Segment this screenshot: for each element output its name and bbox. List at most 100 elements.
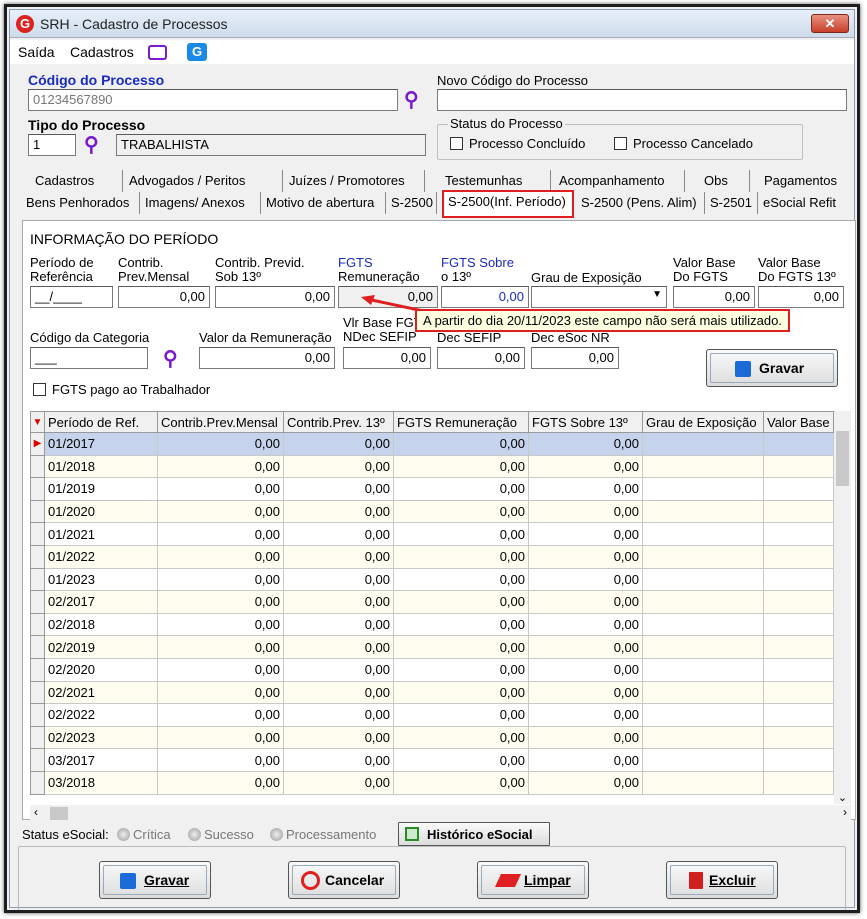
categoria-field[interactable]: ___ bbox=[30, 347, 148, 369]
tab-advogados[interactable]: Advogados / Peritos bbox=[125, 170, 283, 192]
table-cell[interactable]: 0,00 bbox=[393, 680, 529, 705]
table-cell[interactable]: 02/2018 bbox=[44, 612, 158, 637]
tab-s2501[interactable]: S-2501 bbox=[706, 192, 758, 214]
table-cell[interactable]: 0,00 bbox=[393, 499, 529, 524]
novo-codigo-field[interactable] bbox=[437, 89, 847, 111]
concluido-checkbox[interactable]: Processo Concluído bbox=[450, 136, 585, 151]
row-indicator[interactable] bbox=[30, 590, 45, 614]
table-cell[interactable] bbox=[642, 590, 764, 614]
table-cell[interactable]: 0,00 bbox=[528, 544, 643, 569]
table-cell[interactable]: 0,00 bbox=[528, 680, 643, 705]
table-cell[interactable] bbox=[642, 432, 764, 456]
col-contrib[interactable]: Contrib.Prev.Mensal bbox=[157, 411, 284, 433]
table-cell[interactable]: 0,00 bbox=[283, 680, 394, 705]
table-cell[interactable]: 0,00 bbox=[157, 544, 284, 569]
table-cell[interactable]: 0,00 bbox=[157, 522, 284, 546]
tab-testemunhas[interactable]: Testemunhas bbox=[441, 170, 551, 192]
col-contrib13[interactable]: Contrib.Prev. 13º bbox=[283, 411, 394, 433]
table-cell[interactable]: 0,00 bbox=[283, 770, 394, 795]
table-cell[interactable]: 0,00 bbox=[283, 567, 394, 592]
tab-bens[interactable]: Bens Penhorados bbox=[22, 192, 140, 214]
table-cell[interactable]: 0,00 bbox=[157, 657, 284, 682]
save-button[interactable]: Gravar bbox=[99, 861, 211, 899]
cancelado-checkbox[interactable]: Processo Cancelado bbox=[614, 136, 753, 151]
chevron-down-icon[interactable]: ▼ bbox=[652, 289, 662, 300]
table-cell[interactable]: 01/2017 bbox=[44, 432, 158, 456]
row-indicator[interactable] bbox=[30, 748, 45, 772]
table-cell[interactable]: 01/2022 bbox=[44, 544, 158, 569]
table-cell[interactable]: 0,00 bbox=[283, 748, 394, 772]
table-cell[interactable]: 0,00 bbox=[528, 590, 643, 614]
table-cell[interactable]: 0,00 bbox=[393, 770, 529, 795]
table-cell[interactable]: 0,00 bbox=[393, 477, 529, 501]
table-cell[interactable]: 0,00 bbox=[528, 522, 643, 546]
table-cell[interactable]: 0,00 bbox=[528, 499, 643, 524]
table-cell[interactable]: 0,00 bbox=[393, 454, 529, 479]
table-cell[interactable]: 01/2018 bbox=[44, 454, 158, 479]
table-cell[interactable] bbox=[763, 680, 834, 705]
table-cell[interactable]: 0,00 bbox=[157, 725, 284, 750]
table-cell[interactable]: 0,00 bbox=[393, 544, 529, 569]
chevron-left-icon[interactable]: ‹ bbox=[34, 805, 38, 819]
tab-s2500[interactable]: S-2500 bbox=[387, 192, 437, 214]
table-cell[interactable] bbox=[763, 635, 834, 659]
table-cell[interactable]: 01/2019 bbox=[44, 477, 158, 501]
table-cell[interactable]: 0,00 bbox=[283, 657, 394, 682]
table-cell[interactable]: 0,00 bbox=[393, 657, 529, 682]
fgts-pago-checkbox[interactable]: FGTS pago ao Trabalhador bbox=[33, 382, 210, 397]
tab-juizes[interactable]: Juízes / Promotores bbox=[285, 170, 425, 192]
contrib13-field[interactable]: 0,00 bbox=[215, 286, 335, 308]
col-fgts13[interactable]: FGTS Sobre 13º bbox=[528, 411, 643, 433]
table-cell[interactable]: 0,00 bbox=[157, 770, 284, 795]
table-cell[interactable] bbox=[642, 657, 764, 682]
table-cell[interactable]: 0,00 bbox=[283, 544, 394, 569]
table-cell[interactable] bbox=[763, 544, 834, 569]
tab-esocial-refit[interactable]: eSocial Refit bbox=[759, 192, 851, 214]
menu-cadastros[interactable]: Cadastros bbox=[70, 44, 134, 60]
col-periodo[interactable]: Período de Ref. bbox=[44, 411, 158, 433]
table-cell[interactable] bbox=[763, 657, 834, 682]
table-cell[interactable]: 02/2023 bbox=[44, 725, 158, 750]
table-cell[interactable] bbox=[642, 477, 764, 501]
table-cell[interactable]: 0,00 bbox=[283, 432, 394, 456]
table-cell[interactable]: 02/2019 bbox=[44, 635, 158, 659]
table-cell[interactable] bbox=[763, 477, 834, 501]
table-cell[interactable] bbox=[642, 544, 764, 569]
historico-esocial-button[interactable]: Histórico eSocial bbox=[398, 822, 550, 846]
row-indicator[interactable] bbox=[30, 703, 45, 727]
table-cell[interactable]: 0,00 bbox=[393, 703, 529, 727]
row-indicator[interactable] bbox=[30, 567, 45, 592]
hscroll-thumb[interactable] bbox=[50, 807, 68, 820]
table-cell[interactable]: 02/2017 bbox=[44, 590, 158, 614]
table-cell[interactable] bbox=[642, 522, 764, 546]
sort-arrow-icon[interactable]: ▼ bbox=[30, 411, 45, 433]
table-cell[interactable] bbox=[763, 725, 834, 750]
chevron-right-icon[interactable]: › bbox=[843, 805, 847, 819]
table-cell[interactable]: 0,00 bbox=[283, 703, 394, 727]
table-cell[interactable] bbox=[642, 770, 764, 795]
table-cell[interactable]: 0,00 bbox=[157, 703, 284, 727]
table-cell[interactable] bbox=[642, 703, 764, 727]
table-cell[interactable] bbox=[763, 770, 834, 795]
horizontal-scrollbar[interactable]: ‹ › bbox=[30, 805, 851, 822]
tab-cadastros[interactable]: Cadastros bbox=[31, 170, 123, 192]
dec-esoc-field[interactable]: 0,00 bbox=[531, 347, 619, 369]
g-app-icon[interactable]: G bbox=[187, 43, 207, 61]
row-indicator[interactable] bbox=[30, 499, 45, 524]
table-row[interactable]: 01/2018 0,00 0,00 0,00 0,00 bbox=[30, 454, 834, 479]
table-cell[interactable] bbox=[642, 680, 764, 705]
table-cell[interactable] bbox=[642, 748, 764, 772]
tab-acompanhamento[interactable]: Acompanhamento bbox=[555, 170, 685, 192]
table-cell[interactable]: 0,00 bbox=[393, 432, 529, 456]
table-cell[interactable] bbox=[763, 567, 834, 592]
table-cell[interactable]: 0,00 bbox=[283, 454, 394, 479]
table-row[interactable]: 03/2018 0,00 0,00 0,00 0,00 bbox=[30, 770, 834, 795]
col-fgts[interactable]: FGTS Remuneração bbox=[393, 411, 529, 433]
table-row[interactable]: 02/2017 0,00 0,00 0,00 0,00 bbox=[30, 590, 834, 614]
tab-obs[interactable]: Obs bbox=[700, 170, 750, 192]
table-cell[interactable]: 02/2020 bbox=[44, 657, 158, 682]
table-cell[interactable]: 0,00 bbox=[528, 657, 643, 682]
table-cell[interactable] bbox=[763, 454, 834, 479]
search-icon[interactable]: ⚲ bbox=[84, 135, 104, 155]
table-cell[interactable] bbox=[642, 499, 764, 524]
